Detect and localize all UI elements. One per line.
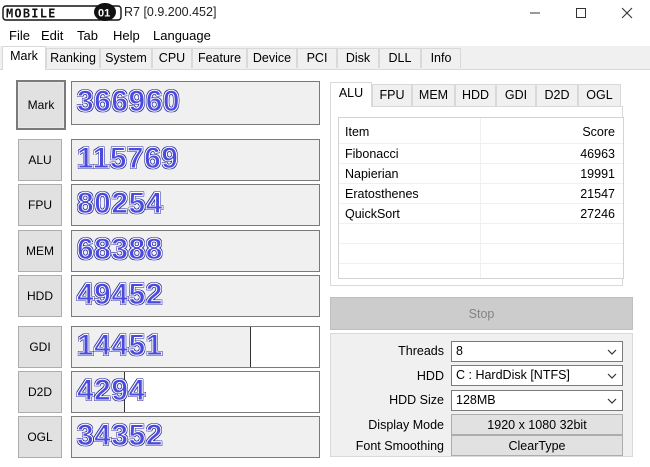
mem-button[interactable]: MEM bbox=[18, 230, 62, 272]
ogl-score-value: 34352 bbox=[77, 419, 163, 453]
chevron-down-icon bbox=[607, 398, 617, 404]
tab-cpu[interactable]: CPU bbox=[152, 48, 192, 68]
d2d-score-box: 4294 bbox=[71, 371, 320, 413]
gdi-score-value: 14451 bbox=[77, 329, 163, 363]
svg-text:01: 01 bbox=[98, 8, 110, 20]
hdd-size-value: 128MB bbox=[456, 393, 496, 407]
hdd-score-value: 49452 bbox=[77, 278, 163, 312]
hdd-size-label: HDD Size bbox=[389, 393, 444, 407]
hdd-score-box: 49452 bbox=[71, 275, 320, 317]
alu-score-value: 115769 bbox=[76, 142, 179, 176]
subtab-alu[interactable]: ALU bbox=[330, 82, 372, 107]
menu-language[interactable]: Language bbox=[153, 28, 211, 43]
item-score: 27246 bbox=[580, 207, 615, 221]
threads-label: Threads bbox=[398, 344, 444, 358]
hdd-size-select[interactable]: 128MB bbox=[451, 390, 623, 411]
mobile01-logo: MOBILE 01 bbox=[2, 3, 122, 21]
tab-info[interactable]: Info bbox=[421, 48, 461, 68]
header-item[interactable]: Item bbox=[345, 125, 369, 139]
menu-help[interactable]: Help bbox=[113, 28, 140, 43]
item-score: 21547 bbox=[580, 187, 615, 201]
list-header: Item Score bbox=[339, 122, 623, 144]
maximize-icon bbox=[576, 8, 586, 18]
maximize-button[interactable] bbox=[558, 0, 604, 26]
tab-feature[interactable]: Feature bbox=[192, 48, 247, 68]
tab-mark[interactable]: Mark bbox=[2, 46, 46, 70]
results-list[interactable]: Item Score Fibonacci 46963 Napierian 199… bbox=[338, 117, 624, 279]
mem-score-box: 68388 bbox=[71, 230, 320, 272]
fpu-score-value: 80254 bbox=[77, 187, 163, 221]
item-score: 19991 bbox=[580, 167, 615, 181]
hdd-select[interactable]: C : HardDisk [NTFS] bbox=[451, 365, 623, 386]
subtab-hdd[interactable]: HDD bbox=[455, 84, 496, 106]
main-tab-bar: Mark Ranking System CPU Feature Device P… bbox=[0, 46, 650, 70]
menu-bar: File Edit Tab Help Language bbox=[0, 26, 650, 46]
subtab-mem[interactable]: MEM bbox=[412, 84, 455, 106]
list-item[interactable]: Eratosthenes 21547 bbox=[339, 184, 623, 204]
minimize-button[interactable] bbox=[512, 0, 558, 26]
subtab-ogl[interactable]: OGL bbox=[578, 84, 621, 106]
mem-score-value: 68388 bbox=[77, 233, 163, 267]
gdi-score-box: 14451 bbox=[71, 326, 320, 368]
display-mode-label: Display Mode bbox=[368, 418, 444, 432]
tab-dll[interactable]: DLL bbox=[379, 48, 421, 68]
tab-system[interactable]: System bbox=[100, 48, 152, 68]
item-name: QuickSort bbox=[345, 207, 400, 221]
item-name: Fibonacci bbox=[345, 147, 399, 161]
mark-button[interactable]: Mark bbox=[16, 80, 66, 130]
list-item-empty bbox=[339, 224, 623, 244]
d2d-score-value: 4294 bbox=[77, 374, 146, 408]
threads-value: 8 bbox=[456, 344, 463, 358]
svg-text:MOBILE: MOBILE bbox=[6, 7, 57, 21]
minimize-icon bbox=[530, 12, 540, 14]
tab-disk[interactable]: Disk bbox=[337, 48, 379, 68]
threads-select[interactable]: 8 bbox=[451, 341, 623, 362]
chevron-down-icon bbox=[607, 373, 617, 379]
item-name: Napierian bbox=[345, 167, 399, 181]
window-title: R7 [0.9.200.452] bbox=[124, 5, 217, 19]
mark-score-box: 366960 bbox=[71, 81, 320, 125]
item-score: 46963 bbox=[580, 147, 615, 161]
fpu-button[interactable]: FPU bbox=[18, 184, 62, 226]
tab-device[interactable]: Device bbox=[247, 48, 297, 68]
list-item[interactable]: QuickSort 27246 bbox=[339, 204, 623, 224]
font-smoothing-label: Font Smoothing bbox=[355, 439, 444, 453]
list-item[interactable]: Fibonacci 46963 bbox=[339, 144, 623, 164]
header-score[interactable]: Score bbox=[582, 125, 615, 139]
d2d-button[interactable]: D2D bbox=[18, 371, 62, 413]
close-button[interactable] bbox=[604, 0, 650, 26]
tab-pci[interactable]: PCI bbox=[297, 48, 337, 68]
display-mode-button[interactable]: 1920 x 1080 32bit bbox=[451, 414, 623, 435]
hdd-label: HDD bbox=[416, 369, 444, 383]
font-smoothing-button[interactable]: ClearType bbox=[451, 435, 623, 456]
item-name: Eratosthenes bbox=[345, 187, 419, 201]
menu-file[interactable]: File bbox=[9, 28, 30, 43]
chevron-down-icon bbox=[607, 349, 617, 355]
stop-button[interactable]: Stop bbox=[330, 297, 633, 330]
menu-edit[interactable]: Edit bbox=[41, 28, 63, 43]
hdd-value: C : HardDisk [NTFS] bbox=[456, 368, 570, 382]
alu-button[interactable]: ALU bbox=[18, 139, 62, 181]
tab-ranking[interactable]: Ranking bbox=[46, 48, 100, 68]
ogl-button[interactable]: OGL bbox=[18, 416, 62, 458]
list-item[interactable]: Napierian 19991 bbox=[339, 164, 623, 184]
list-item-empty bbox=[339, 244, 623, 264]
subtab-gdi[interactable]: GDI bbox=[496, 84, 536, 106]
alu-score-box: 115769 bbox=[71, 139, 320, 181]
fpu-score-box: 80254 bbox=[71, 184, 320, 226]
menu-tab[interactable]: Tab bbox=[77, 28, 98, 43]
subtab-fpu[interactable]: FPU bbox=[372, 84, 412, 106]
title-bar: MOBILE 01 R7 [0.9.200.452] bbox=[0, 0, 650, 26]
gdi-button[interactable]: GDI bbox=[18, 326, 62, 368]
subtab-d2d[interactable]: D2D bbox=[536, 84, 578, 106]
close-icon bbox=[621, 7, 633, 19]
hdd-button[interactable]: HDD bbox=[18, 275, 62, 317]
ogl-score-box: 34352 bbox=[71, 416, 320, 458]
mark-score-value: 366960 bbox=[76, 85, 181, 119]
